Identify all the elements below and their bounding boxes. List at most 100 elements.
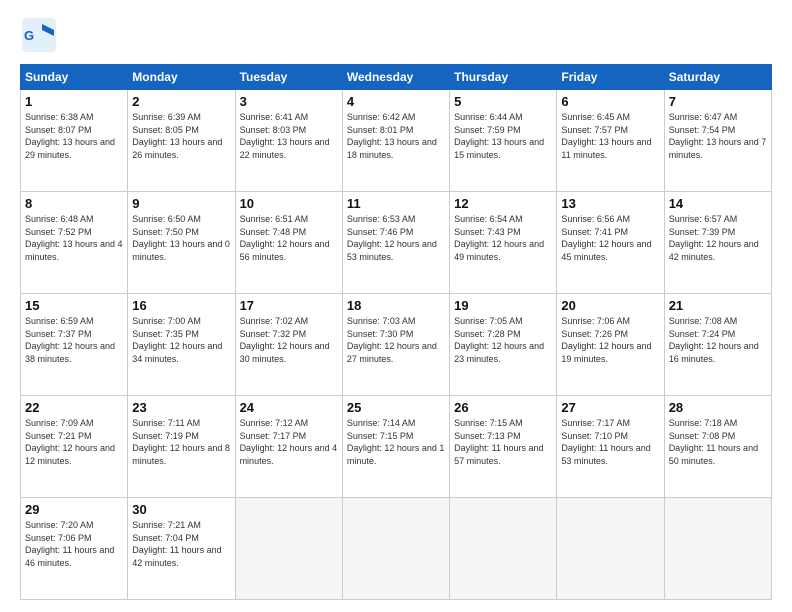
table-row: 19 Sunrise: 7:05 AMSunset: 7:28 PMDayligh… [450,294,557,396]
table-row: 18 Sunrise: 7:03 AMSunset: 7:30 PMDayligh… [342,294,449,396]
calendar-week-row: 15 Sunrise: 6:59 AMSunset: 7:37 PMDayligh… [21,294,772,396]
day-info: Sunrise: 7:20 AMSunset: 7:06 PMDaylight:… [25,519,123,569]
table-row: 3 Sunrise: 6:41 AMSunset: 8:03 PMDaylight… [235,90,342,192]
table-row: 1 Sunrise: 6:38 AMSunset: 8:07 PMDaylight… [21,90,128,192]
day-info: Sunrise: 7:00 AMSunset: 7:35 PMDaylight:… [132,315,230,365]
day-info: Sunrise: 7:21 AMSunset: 7:04 PMDaylight:… [132,519,230,569]
day-number: 21 [669,298,767,313]
day-number: 12 [454,196,552,211]
day-number: 2 [132,94,230,109]
header-sunday: Sunday [21,65,128,90]
day-info: Sunrise: 6:57 AMSunset: 7:39 PMDaylight:… [669,213,767,263]
day-info: Sunrise: 6:56 AMSunset: 7:41 PMDaylight:… [561,213,659,263]
weekday-header-row: Sunday Monday Tuesday Wednesday Thursday… [21,65,772,90]
table-row: 9 Sunrise: 6:50 AMSunset: 7:50 PMDaylight… [128,192,235,294]
table-row [235,498,342,600]
day-number: 9 [132,196,230,211]
day-number: 7 [669,94,767,109]
day-info: Sunrise: 6:50 AMSunset: 7:50 PMDaylight:… [132,213,230,263]
table-row: 14 Sunrise: 6:57 AMSunset: 7:39 PMDayligh… [664,192,771,294]
table-row: 30 Sunrise: 7:21 AMSunset: 7:04 PMDayligh… [128,498,235,600]
day-info: Sunrise: 7:18 AMSunset: 7:08 PMDaylight:… [669,417,767,467]
day-number: 13 [561,196,659,211]
day-info: Sunrise: 7:12 AMSunset: 7:17 PMDaylight:… [240,417,338,467]
table-row: 5 Sunrise: 6:44 AMSunset: 7:59 PMDaylight… [450,90,557,192]
day-number: 26 [454,400,552,415]
table-row: 25Sunrise: 7:14 AMSunset: 7:15 PMDayligh… [342,396,449,498]
day-info: Sunrise: 7:08 AMSunset: 7:24 PMDaylight:… [669,315,767,365]
table-row: 28Sunrise: 7:18 AMSunset: 7:08 PMDayligh… [664,396,771,498]
table-row: 29 Sunrise: 7:20 AMSunset: 7:06 PMDayligh… [21,498,128,600]
day-number: 1 [25,94,123,109]
day-info: Sunrise: 7:05 AMSunset: 7:28 PMDaylight:… [454,315,552,365]
logo-icon: G [20,16,58,54]
day-number: 3 [240,94,338,109]
day-number: 8 [25,196,123,211]
day-number: 6 [561,94,659,109]
header-monday: Monday [128,65,235,90]
day-info: Sunrise: 6:45 AMSunset: 7:57 PMDaylight:… [561,111,659,161]
header-wednesday: Wednesday [342,65,449,90]
day-info: Sunrise: 6:47 AMSunset: 7:54 PMDaylight:… [669,111,767,161]
table-row [342,498,449,600]
table-row: 10 Sunrise: 6:51 AMSunset: 7:48 PMDayligh… [235,192,342,294]
header: G [20,16,772,54]
table-row: 23 Sunrise: 7:11 AMSunset: 7:19 PMDayligh… [128,396,235,498]
day-number: 5 [454,94,552,109]
day-number: 27 [561,400,659,415]
day-info: Sunrise: 7:15 AMSunset: 7:13 PMDaylight:… [454,417,552,467]
day-info: Sunrise: 6:41 AMSunset: 8:03 PMDaylight:… [240,111,338,161]
table-row: 24 Sunrise: 7:12 AMSunset: 7:17 PMDayligh… [235,396,342,498]
header-thursday: Thursday [450,65,557,90]
day-number: 30 [132,502,230,517]
table-row: 2 Sunrise: 6:39 AMSunset: 8:05 PMDaylight… [128,90,235,192]
day-info: Sunrise: 6:42 AMSunset: 8:01 PMDaylight:… [347,111,445,161]
day-info: Sunrise: 7:11 AMSunset: 7:19 PMDaylight:… [132,417,230,467]
day-number: 10 [240,196,338,211]
day-number: 17 [240,298,338,313]
table-row: 26 Sunrise: 7:15 AMSunset: 7:13 PMDayligh… [450,396,557,498]
calendar-table: Sunday Monday Tuesday Wednesday Thursday… [20,64,772,600]
day-info: Sunrise: 7:06 AMSunset: 7:26 PMDaylight:… [561,315,659,365]
day-info: Sunrise: 6:38 AMSunset: 8:07 PMDaylight:… [25,111,123,161]
calendar-week-row: 8Sunrise: 6:48 AMSunset: 7:52 PMDaylight… [21,192,772,294]
table-row: 13 Sunrise: 6:56 AMSunset: 7:41 PMDayligh… [557,192,664,294]
day-number: 16 [132,298,230,313]
day-number: 29 [25,502,123,517]
day-info: Sunrise: 7:09 AMSunset: 7:21 PMDaylight:… [25,417,123,467]
table-row: 21 Sunrise: 7:08 AMSunset: 7:24 PMDayligh… [664,294,771,396]
day-number: 19 [454,298,552,313]
svg-text:G: G [24,28,34,43]
header-tuesday: Tuesday [235,65,342,90]
table-row [450,498,557,600]
table-row: 22 Sunrise: 7:09 AMSunset: 7:21 PMDayligh… [21,396,128,498]
day-number: 14 [669,196,767,211]
page: G Sunday Monday Tuesday Wednesday Thursd… [0,0,792,612]
day-number: 18 [347,298,445,313]
day-number: 25 [347,400,445,415]
table-row: 7 Sunrise: 6:47 AMSunset: 7:54 PMDaylight… [664,90,771,192]
table-row: 6 Sunrise: 6:45 AMSunset: 7:57 PMDaylight… [557,90,664,192]
table-row: 17 Sunrise: 7:02 AMSunset: 7:32 PMDayligh… [235,294,342,396]
table-row: 8Sunrise: 6:48 AMSunset: 7:52 PMDaylight… [21,192,128,294]
day-info: Sunrise: 6:39 AMSunset: 8:05 PMDaylight:… [132,111,230,161]
day-info: Sunrise: 6:44 AMSunset: 7:59 PMDaylight:… [454,111,552,161]
day-info: Sunrise: 7:17 AMSunset: 7:10 PMDaylight:… [561,417,659,467]
day-info: Sunrise: 7:03 AMSunset: 7:30 PMDaylight:… [347,315,445,365]
day-info: Sunrise: 6:51 AMSunset: 7:48 PMDaylight:… [240,213,338,263]
day-info: Sunrise: 6:53 AMSunset: 7:46 PMDaylight:… [347,213,445,263]
day-info: Sunrise: 6:59 AMSunset: 7:37 PMDaylight:… [25,315,123,365]
calendar-week-row: 22 Sunrise: 7:09 AMSunset: 7:21 PMDayligh… [21,396,772,498]
day-number: 24 [240,400,338,415]
table-row [664,498,771,600]
day-number: 20 [561,298,659,313]
table-row: 16 Sunrise: 7:00 AMSunset: 7:35 PMDayligh… [128,294,235,396]
table-row: 27 Sunrise: 7:17 AMSunset: 7:10 PMDayligh… [557,396,664,498]
day-info: Sunrise: 7:02 AMSunset: 7:32 PMDaylight:… [240,315,338,365]
day-number: 23 [132,400,230,415]
table-row: 11Sunrise: 6:53 AMSunset: 7:46 PMDayligh… [342,192,449,294]
day-number: 15 [25,298,123,313]
day-number: 22 [25,400,123,415]
calendar-week-row: 1 Sunrise: 6:38 AMSunset: 8:07 PMDaylight… [21,90,772,192]
header-saturday: Saturday [664,65,771,90]
